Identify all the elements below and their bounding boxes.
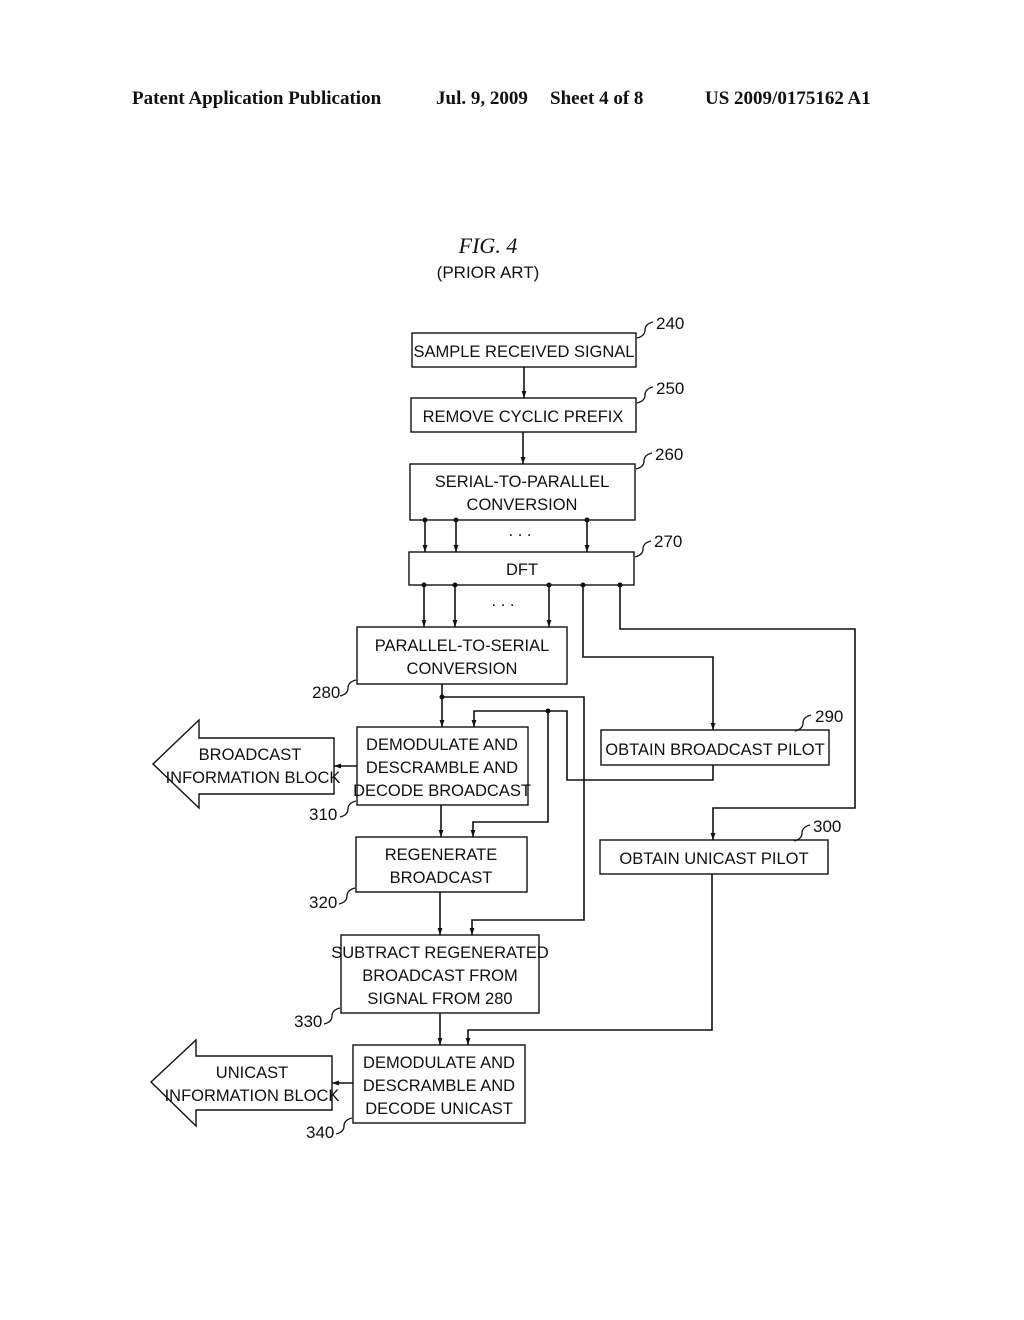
ref-290-label: 290 xyxy=(815,707,843,726)
ref-250-label: 250 xyxy=(656,379,684,398)
block-280: PARALLEL-TO-SERIAL CONVERSION xyxy=(356,626,568,685)
broadcast-arrow-shape xyxy=(151,718,335,810)
block-320-label-line1: REGENERATE xyxy=(385,846,497,864)
ref-320-leader xyxy=(338,887,356,905)
ref-320: 320 xyxy=(309,887,356,912)
ref-270-leader xyxy=(634,540,652,558)
block-340-label-line3: DECODE UNICAST xyxy=(365,1100,513,1118)
block-310-label-line3: DECODE BROADCAST xyxy=(353,782,531,800)
block-270-label: DFT xyxy=(506,561,538,579)
ref-250: 250 xyxy=(636,379,684,404)
junction-dot xyxy=(452,582,458,588)
ref-300: 300 xyxy=(793,817,841,842)
block-240: SAMPLE RECEIVED SIGNAL xyxy=(411,332,637,368)
ref-260-leader xyxy=(635,452,653,470)
ref-240: 240 xyxy=(636,314,684,339)
block-280-label-line1: PARALLEL-TO-SERIAL xyxy=(375,637,550,655)
ref-240-leader xyxy=(636,321,654,339)
ref-240-label: 240 xyxy=(656,314,684,333)
unicast-output-arrow: UNICAST INFORMATION BLOCK xyxy=(149,1038,340,1128)
block-340: DEMODULATE AND DESCRAMBLE AND DECODE UNI… xyxy=(352,1044,526,1124)
connector-270-290 xyxy=(582,585,716,730)
block-270: DFT xyxy=(408,551,635,586)
ref-280: 280 xyxy=(312,679,357,702)
block-300-label: OBTAIN UNICAST PILOT xyxy=(619,850,808,868)
block-280-label-line2: CONVERSION xyxy=(407,660,518,678)
unicast-arrow-shape xyxy=(149,1038,333,1128)
block-330-label-line2: BROADCAST FROM xyxy=(362,967,518,985)
unicast-output-line2: INFORMATION BLOCK xyxy=(165,1087,340,1105)
block-310-label-line1: DEMODULATE AND xyxy=(366,736,518,754)
broadcast-output-line1: BROADCAST xyxy=(199,746,302,764)
block-310-label-line2: DESCRAMBLE AND xyxy=(366,759,518,777)
block-250: REMOVE CYCLIC PREFIX xyxy=(410,397,637,433)
flow-diagram: FIG. 4 (PRIOR ART) SAMPLE RECEIVED SIGNA… xyxy=(149,233,856,1142)
block-340-label-line2: DESCRAMBLE AND xyxy=(363,1077,515,1095)
ref-280-label: 280 xyxy=(312,683,340,702)
junction-dot xyxy=(421,582,427,588)
block-340-label-line1: DEMODULATE AND xyxy=(363,1054,515,1072)
ref-330-label: 330 xyxy=(294,1012,322,1031)
ref-340-label: 340 xyxy=(306,1123,334,1142)
ref-290: 290 xyxy=(794,707,843,732)
ref-260-label: 260 xyxy=(655,445,683,464)
ref-270: 270 xyxy=(634,532,682,558)
ellipsis-260-270: . . . xyxy=(509,522,532,540)
ref-290-leader xyxy=(794,714,812,732)
block-320-label-line2: BROADCAST xyxy=(390,869,493,887)
ref-320-label: 320 xyxy=(309,893,337,912)
ref-300-leader xyxy=(793,824,811,842)
broadcast-output-arrow: BROADCAST INFORMATION BLOCK xyxy=(151,718,341,810)
ref-340: 340 xyxy=(306,1117,353,1142)
ref-310-leader xyxy=(339,800,357,818)
broadcast-output-line2: INFORMATION BLOCK xyxy=(166,769,341,787)
ref-280-leader xyxy=(339,679,357,697)
block-240-label: SAMPLE RECEIVED SIGNAL xyxy=(414,343,635,361)
ref-250-leader xyxy=(636,386,654,404)
junction-dot xyxy=(422,517,428,523)
junction-dot xyxy=(546,582,552,588)
block-260-label-line2: CONVERSION xyxy=(467,496,578,514)
ref-300-label: 300 xyxy=(813,817,841,836)
block-260: SERIAL-TO-PARALLEL CONVERSION xyxy=(409,463,636,521)
block-320: REGENERATE BROADCAST xyxy=(355,836,528,893)
ref-330: 330 xyxy=(294,1007,341,1031)
block-300: OBTAIN UNICAST PILOT xyxy=(599,839,829,875)
junction-dot xyxy=(584,517,590,523)
ref-270-label: 270 xyxy=(654,532,682,551)
block-260-label-line1: SERIAL-TO-PARALLEL xyxy=(435,473,610,491)
block-330-label-line3: SIGNAL FROM 280 xyxy=(367,990,512,1008)
ref-260: 260 xyxy=(635,445,683,470)
block-310: DEMODULATE AND DESCRAMBLE AND DECODE BRO… xyxy=(353,726,531,806)
block-290: OBTAIN BROADCAST PILOT xyxy=(600,729,830,766)
ellipsis-270-280: . . . xyxy=(492,592,515,610)
block-250-label: REMOVE CYCLIC PREFIX xyxy=(423,408,624,426)
unicast-output-line1: UNICAST xyxy=(216,1064,288,1082)
figure-title: FIG. 4 xyxy=(458,233,518,258)
block-290-label: OBTAIN BROADCAST PILOT xyxy=(605,741,824,759)
ref-330-leader xyxy=(323,1007,341,1025)
ref-310: 310 xyxy=(309,800,357,824)
block-330: SUBTRACT REGENERATED BROADCAST FROM SIGN… xyxy=(331,934,549,1014)
junction-dot xyxy=(453,517,459,523)
ref-310-label: 310 xyxy=(309,805,337,824)
figure-subtitle: (PRIOR ART) xyxy=(437,263,540,282)
block-330-label-line1: SUBTRACT REGENERATED xyxy=(331,944,549,962)
ref-340-leader xyxy=(335,1117,353,1135)
